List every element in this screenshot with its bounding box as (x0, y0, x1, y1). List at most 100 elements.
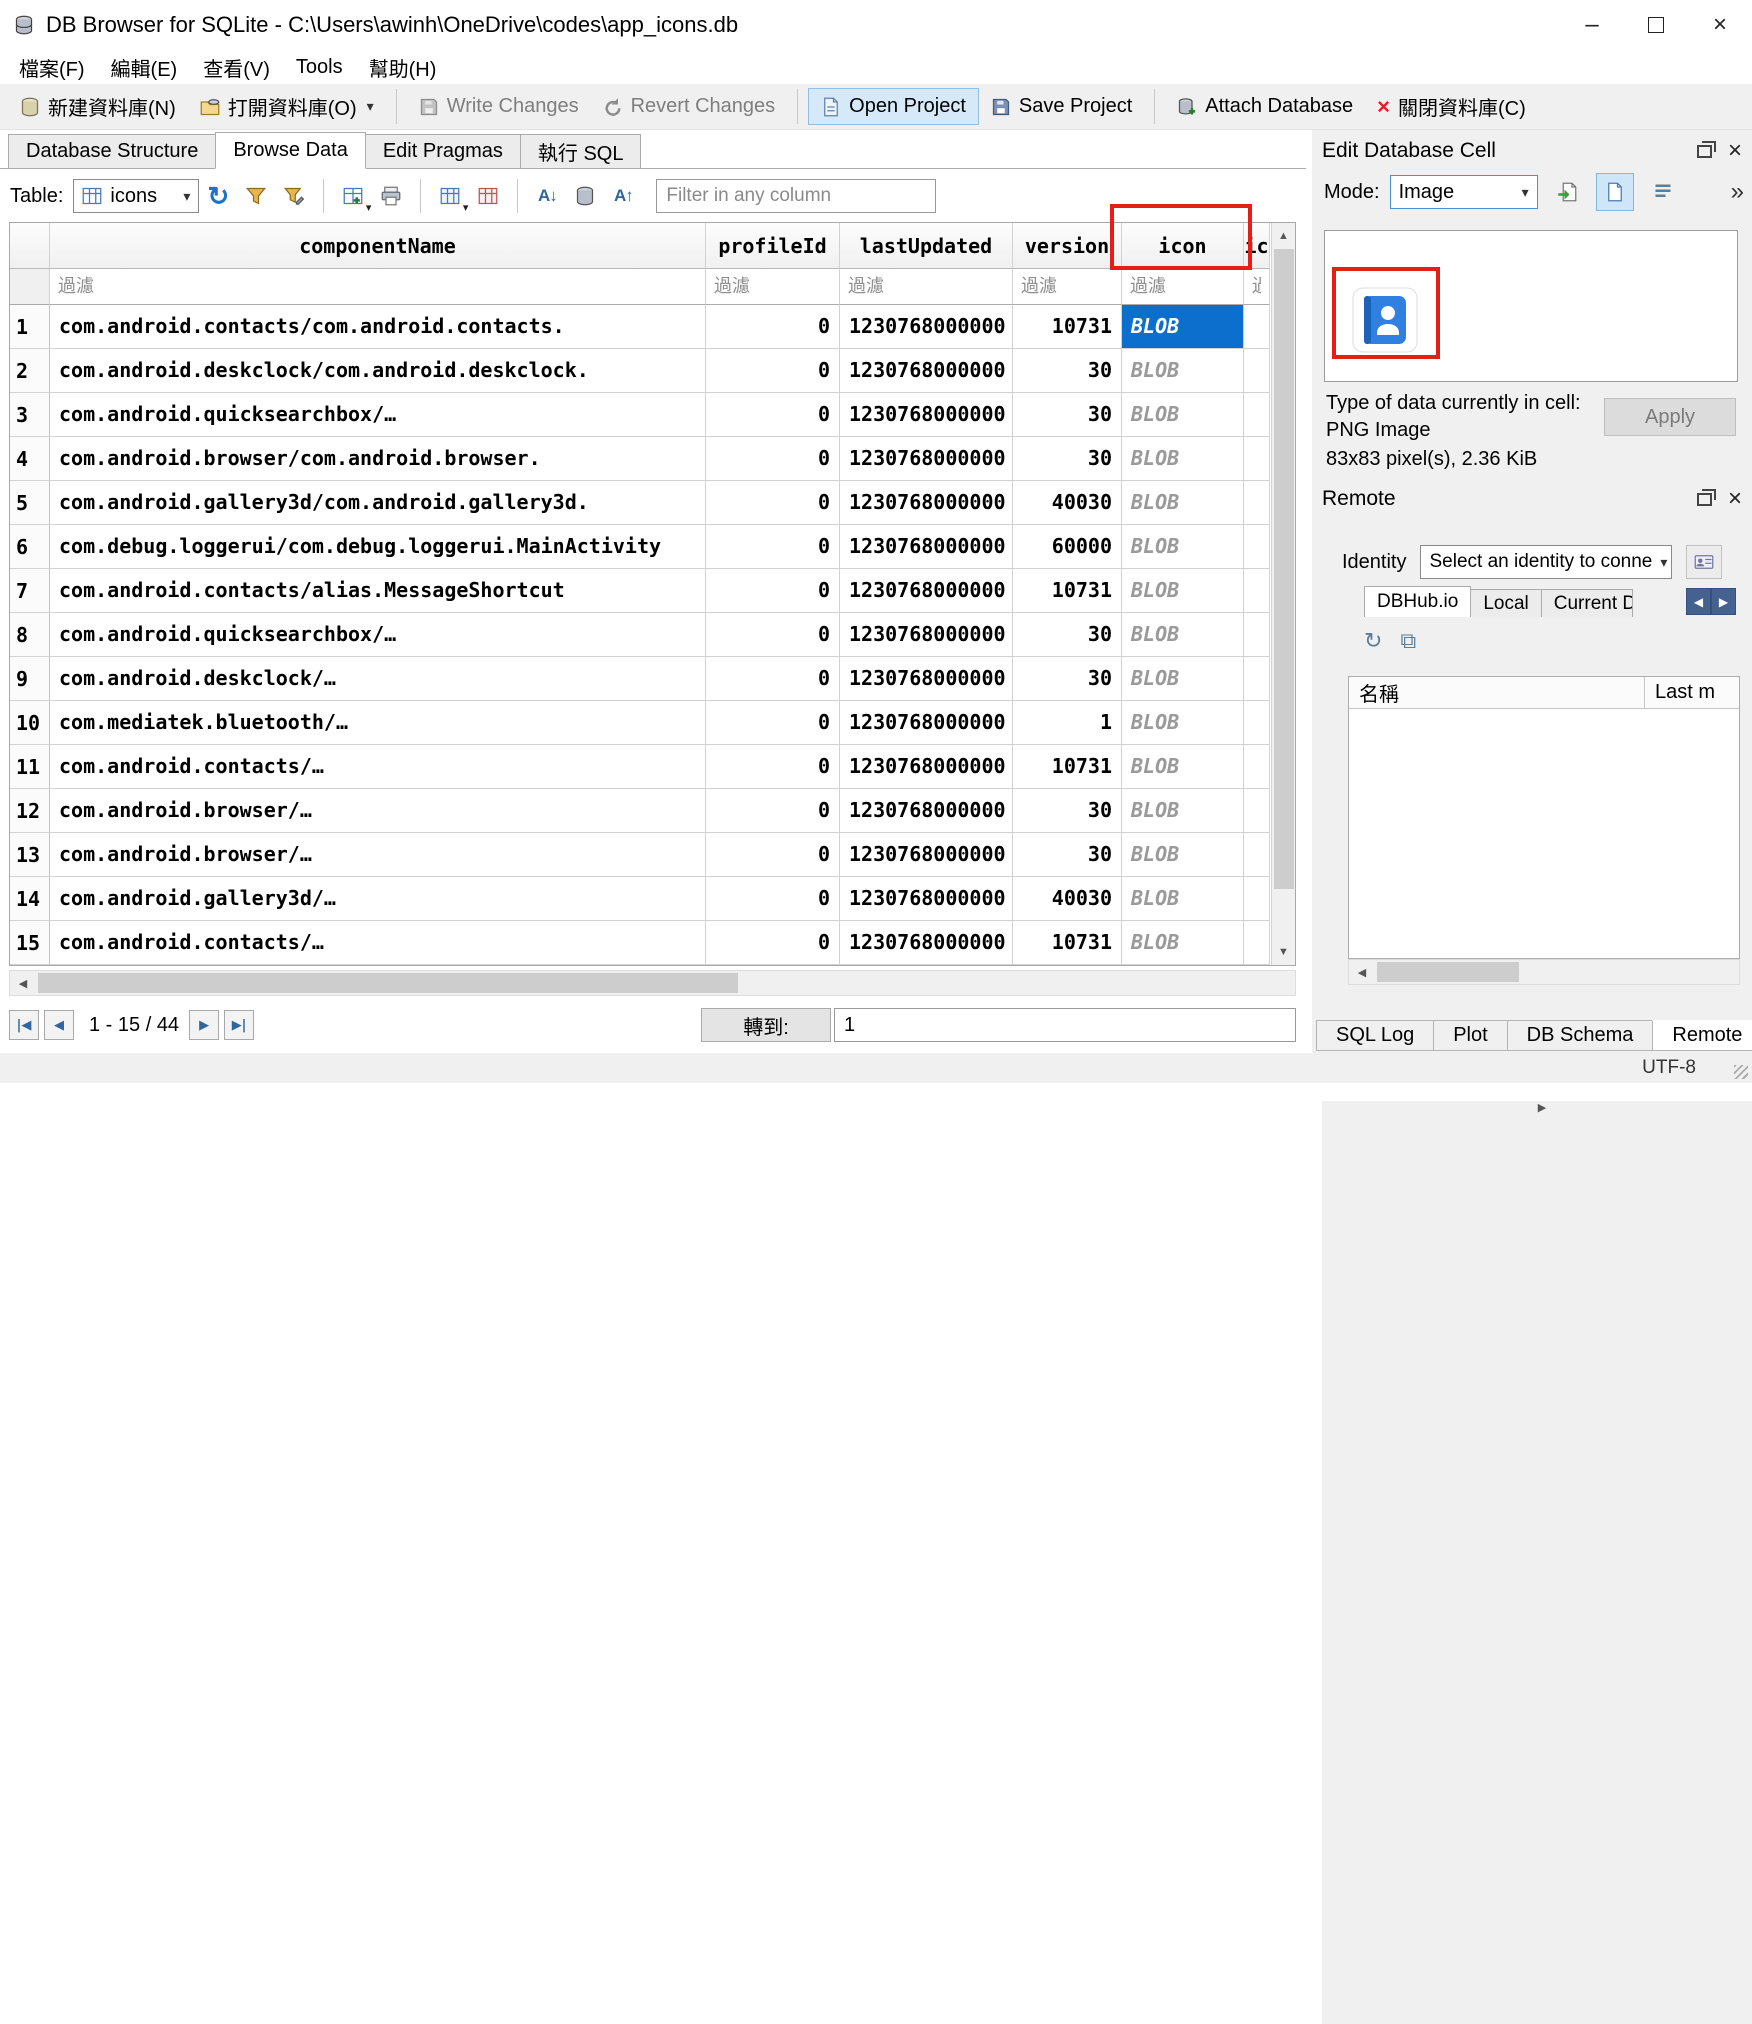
cell-version[interactable]: 1 (1013, 701, 1122, 745)
scroll-down-icon[interactable]: ▼ (1272, 939, 1295, 965)
cell-ic[interactable] (1244, 393, 1270, 437)
tab-執行-sql[interactable]: 執行 SQL (520, 134, 642, 168)
cell-ic[interactable] (1244, 657, 1270, 701)
row-number[interactable]: 12 (10, 789, 50, 833)
cell-version[interactable]: 10731 (1013, 305, 1122, 349)
row-number[interactable]: 10 (10, 701, 50, 745)
cell-icon[interactable]: BLOB (1122, 877, 1244, 921)
remote-scrollbar-thumb[interactable] (1377, 962, 1519, 982)
remote-tab-current-dat[interactable]: Current Dat (1541, 589, 1633, 617)
global-filter-input[interactable] (656, 179, 936, 213)
apply-button[interactable]: Apply (1604, 398, 1736, 436)
vertical-scrollbar[interactable]: ▲ ▼ (1271, 223, 1295, 965)
cell-ic[interactable] (1244, 481, 1270, 525)
cell-profileid[interactable]: 0 (706, 877, 840, 921)
cell-profileid[interactable]: 0 (706, 789, 840, 833)
mode-select[interactable]: Image ▾ (1390, 175, 1538, 209)
cell-componentname[interactable]: com.android.browser/… (50, 833, 706, 877)
first-page-button[interactable]: |◀ (9, 1010, 39, 1040)
tab-database-structure[interactable]: Database Structure (8, 134, 216, 168)
cell-version[interactable]: 30 (1013, 657, 1122, 701)
row-number[interactable]: 1 (10, 305, 50, 349)
row-number[interactable]: 13 (10, 833, 50, 877)
save-filters-button[interactable] (275, 177, 313, 215)
menu-tools[interactable]: Tools (283, 53, 356, 82)
row-number[interactable]: 2 (10, 349, 50, 393)
cell-componentname[interactable]: com.android.gallery3d/… (50, 877, 706, 921)
float-panel-icon[interactable] (1697, 493, 1712, 506)
remote-column-last-modified[interactable]: Last m (1645, 677, 1725, 708)
cell-lastupdated[interactable]: 1230768000000 (840, 305, 1013, 349)
cell-icon[interactable]: BLOB (1122, 569, 1244, 613)
cell-version[interactable]: 30 (1013, 349, 1122, 393)
cell-componentname[interactable]: com.android.quicksearchbox/… (50, 613, 706, 657)
cell-version[interactable]: 10731 (1013, 569, 1122, 613)
select-columns-button[interactable] (566, 177, 604, 215)
tab-scroll-left-button[interactable]: ◀ (1686, 588, 1711, 615)
close-database-button[interactable]: × 關閉資料庫(C) (1365, 86, 1538, 127)
cell-profileid[interactable]: 0 (706, 569, 840, 613)
cell-ic[interactable] (1244, 701, 1270, 745)
cell-componentname[interactable]: com.android.contacts/alias.MessageShortc… (50, 569, 706, 613)
cell-ic[interactable] (1244, 789, 1270, 833)
cell-icon[interactable]: BLOB (1122, 525, 1244, 569)
cell-ic[interactable] (1244, 349, 1270, 393)
bottom-tab-db-schema[interactable]: DB Schema (1507, 1020, 1654, 1051)
clear-filters-button[interactable] (237, 177, 275, 215)
cell-componentname[interactable]: com.android.browser/com.android.browser. (50, 437, 706, 481)
cell-ic[interactable] (1244, 877, 1270, 921)
cell-version[interactable]: 30 (1013, 789, 1122, 833)
bottom-tab-plot[interactable]: Plot (1433, 1020, 1507, 1051)
cell-componentname[interactable]: com.debug.loggerui/com.debug.loggerui.Ma… (50, 525, 706, 569)
cell-ic[interactable] (1244, 525, 1270, 569)
row-number[interactable]: 15 (10, 921, 50, 965)
revert-changes-button[interactable]: Revert Changes (591, 89, 788, 124)
menu-檔案-f[interactable]: 檔案(F) (6, 50, 98, 85)
attach-database-button[interactable]: Attach Database (1165, 89, 1365, 124)
cell-lastupdated[interactable]: 1230768000000 (840, 349, 1013, 393)
remote-clone-icon[interactable]: ⧉ (1400, 628, 1416, 654)
row-number[interactable]: 14 (10, 877, 50, 921)
cell-ic[interactable] (1244, 833, 1270, 877)
save-project-button[interactable]: Save Project (979, 89, 1144, 124)
cell-icon[interactable]: BLOB (1122, 833, 1244, 877)
bottom-tab-sql-log[interactable]: SQL Log (1316, 1020, 1434, 1051)
menu-查看-v[interactable]: 查看(V) (190, 50, 283, 85)
encoding-indicator[interactable]: UTF-8 (1642, 1057, 1696, 1079)
cell-componentname[interactable]: com.android.contacts/… (50, 745, 706, 789)
cell-lastupdated[interactable]: 1230768000000 (840, 833, 1013, 877)
column-header-version[interactable]: version (1013, 223, 1122, 269)
open-project-button[interactable]: Open Project (808, 88, 979, 125)
open-database-button[interactable]: 打開資料庫(O) ▾ (188, 86, 386, 127)
cell-profileid[interactable]: 0 (706, 481, 840, 525)
cell-version[interactable]: 30 (1013, 833, 1122, 877)
goto-record-input[interactable] (834, 1008, 1296, 1042)
row-number[interactable]: 3 (10, 393, 50, 437)
next-page-button[interactable]: ▶ (189, 1010, 219, 1040)
tab-scroll-right-button[interactable]: ▶ (1711, 588, 1736, 615)
column-filter-input-profileid[interactable] (706, 269, 839, 304)
column-filter-input-icon[interactable] (1122, 269, 1243, 304)
cell-profileid[interactable]: 0 (706, 833, 840, 877)
cell-ic[interactable] (1244, 437, 1270, 481)
horizontal-scrollbar[interactable]: ◀ ▶ (9, 970, 1296, 996)
row-number[interactable]: 4 (10, 437, 50, 481)
cell-version[interactable]: 40030 (1013, 481, 1122, 525)
cell-lastupdated[interactable]: 1230768000000 (840, 613, 1013, 657)
horizontal-scrollbar-thumb[interactable] (38, 973, 738, 993)
remote-scroll-left-icon[interactable]: ◀ (1349, 966, 1375, 979)
cell-icon[interactable]: BLOB (1122, 481, 1244, 525)
row-number[interactable]: 8 (10, 613, 50, 657)
close-panel-icon[interactable]: × (1728, 487, 1742, 511)
cell-lastupdated[interactable]: 1230768000000 (840, 393, 1013, 437)
column-filter-input-lastupdated[interactable] (840, 269, 1012, 304)
cell-lastupdated[interactable]: 1230768000000 (840, 745, 1013, 789)
remote-tab-local[interactable]: Local (1470, 589, 1541, 617)
write-changes-button[interactable]: Write Changes (407, 89, 591, 124)
cell-profileid[interactable]: 0 (706, 525, 840, 569)
duplicate-record-button[interactable]: ▾ (431, 177, 469, 215)
maximize-button[interactable] (1624, 0, 1688, 50)
vertical-scrollbar-thumb[interactable] (1274, 249, 1294, 889)
close-button[interactable]: × (1688, 0, 1752, 50)
scroll-left-icon[interactable]: ◀ (10, 977, 36, 990)
